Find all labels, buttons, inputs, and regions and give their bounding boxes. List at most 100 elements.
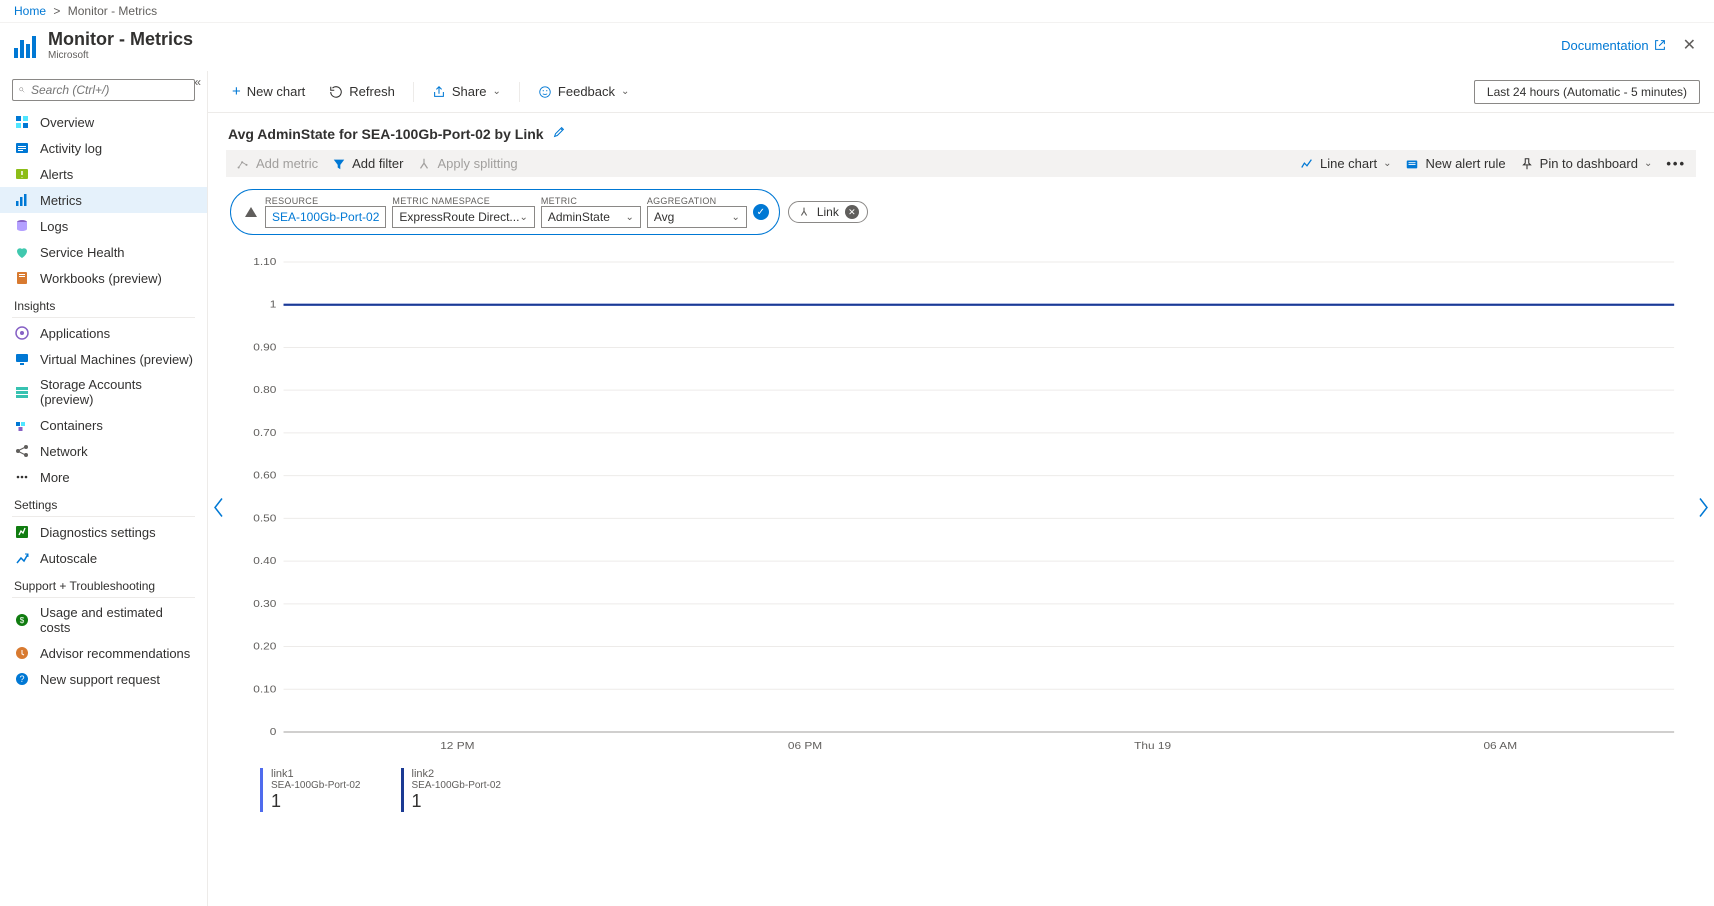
apps-icon	[14, 325, 30, 341]
scatter-icon	[236, 157, 250, 171]
more-options-button[interactable]: •••	[1666, 156, 1686, 171]
svg-text:12 PM: 12 PM	[440, 741, 474, 752]
add-filter-button[interactable]: Add filter	[332, 156, 403, 171]
split-icon	[417, 157, 431, 171]
sidebar-item-new-support-request[interactable]: ? New support request	[0, 666, 207, 692]
sidebar-item-virtual-machines-preview-[interactable]: Virtual Machines (preview)	[0, 346, 207, 372]
chart-type-dropdown[interactable]: Line chart ⌄	[1300, 156, 1391, 171]
search-box[interactable]	[12, 79, 195, 101]
feedback-button[interactable]: Feedback ⌄	[528, 80, 639, 103]
apply-check-icon[interactable]: ✓	[753, 204, 769, 220]
namespace-select[interactable]: ExpressRoute Direct...⌄	[392, 206, 534, 228]
support-icon: ?	[14, 671, 30, 687]
sidebar-item-containers[interactable]: Containers	[0, 412, 207, 438]
health-icon	[14, 244, 30, 260]
chevron-down-icon: ⌄	[621, 86, 629, 97]
collapse-sidebar-button[interactable]: «	[194, 75, 201, 89]
chevron-down-icon: ⌄	[625, 212, 633, 223]
legend-item[interactable]: link1SEA-100Gb-Port-021	[260, 768, 361, 812]
svg-text:0.50: 0.50	[253, 513, 276, 524]
sidebar-item-usage-and-estimated-costs[interactable]: $ Usage and estimated costs	[0, 600, 207, 640]
workbooks-icon	[14, 270, 30, 286]
add-metric-button[interactable]: Add metric	[236, 156, 318, 171]
sidebar-item-label: Applications	[40, 326, 110, 341]
sidebar-item-applications[interactable]: Applications	[0, 320, 207, 346]
metric-select[interactable]: AdminState⌄	[541, 206, 641, 228]
sidebar-item-alerts[interactable]: Alerts	[0, 161, 207, 187]
sidebar-item-advisor-recommendations[interactable]: Advisor recommendations	[0, 640, 207, 666]
svg-text:1.10: 1.10	[253, 257, 276, 268]
sidebar-item-label: Advisor recommendations	[40, 646, 190, 661]
metric-query-row: RESOURCE SEA-100Gb-Port-02 METRIC NAMESP…	[226, 177, 1696, 247]
legend-name: link1	[271, 768, 361, 780]
sidebar-item-more[interactable]: More	[0, 464, 207, 490]
metrics-icon	[14, 192, 30, 208]
warning-icon	[245, 207, 257, 217]
legend-resource: SEA-100Gb-Port-02	[412, 780, 502, 791]
breadcrumb-home[interactable]: Home	[14, 4, 46, 18]
sidebar-group-title: Settings	[0, 490, 207, 516]
sidebar-item-label: Alerts	[40, 167, 73, 182]
new-alert-button[interactable]: New alert rule	[1405, 156, 1505, 171]
breadcrumb-current: Monitor - Metrics	[68, 4, 157, 18]
sidebar-item-autoscale[interactable]: Autoscale	[0, 545, 207, 571]
edit-title-button[interactable]	[552, 125, 566, 142]
sidebar-item-activity-log[interactable]: Activity log	[0, 135, 207, 161]
prev-chart-button[interactable]	[208, 488, 234, 531]
share-icon	[432, 85, 446, 99]
close-button[interactable]: ✕	[1679, 31, 1700, 59]
svg-text:0.70: 0.70	[253, 428, 276, 439]
sidebar-item-workbooks-preview-[interactable]: Workbooks (preview)	[0, 265, 207, 291]
sidebar-item-label: Service Health	[40, 245, 125, 260]
sidebar: « Overview Activity log Alerts Metrics Logs S…	[0, 71, 208, 906]
refresh-button[interactable]: Refresh	[319, 80, 405, 103]
chevron-down-icon: ⌄	[519, 212, 527, 223]
pin-dashboard-button[interactable]: Pin to dashboard ⌄	[1520, 156, 1653, 171]
vm-icon	[14, 351, 30, 367]
svg-text:0.60: 0.60	[253, 470, 276, 481]
sidebar-item-metrics[interactable]: Metrics	[0, 187, 207, 213]
svg-text:0.20: 0.20	[253, 641, 276, 652]
svg-text:0.80: 0.80	[253, 385, 276, 396]
sidebar-item-label: Usage and estimated costs	[40, 605, 193, 635]
sidebar-item-logs[interactable]: Logs	[0, 213, 207, 239]
split-icon	[797, 205, 811, 219]
legend-item[interactable]: link2SEA-100Gb-Port-021	[401, 768, 502, 812]
time-range-picker[interactable]: Last 24 hours (Automatic - 5 minutes)	[1474, 80, 1700, 104]
svg-text:0.30: 0.30	[253, 599, 276, 610]
monitor-logo-icon	[14, 32, 40, 58]
autoscale-icon	[14, 550, 30, 566]
next-chart-button[interactable]	[1688, 488, 1714, 531]
sidebar-item-overview[interactable]: Overview	[0, 109, 207, 135]
activity-icon	[14, 140, 30, 156]
aggregation-select[interactable]: Avg⌄	[647, 206, 747, 228]
breadcrumb: Home > Monitor - Metrics	[0, 0, 1714, 23]
search-icon	[19, 84, 25, 96]
sidebar-item-storage-accounts-preview-[interactable]: Storage Accounts (preview)	[0, 372, 207, 412]
svg-text:0.90: 0.90	[253, 342, 276, 353]
sidebar-item-label: Overview	[40, 115, 94, 130]
legend-value: 1	[271, 791, 361, 812]
search-input[interactable]	[31, 83, 188, 97]
svg-text:1: 1	[270, 300, 277, 311]
apply-splitting-button[interactable]: Apply splitting	[417, 156, 517, 171]
sidebar-item-label: Logs	[40, 219, 68, 234]
documentation-link[interactable]: Documentation	[1561, 38, 1666, 53]
usage-icon: $	[14, 612, 30, 628]
sidebar-item-label: Network	[40, 444, 88, 459]
sidebar-item-network[interactable]: Network	[0, 438, 207, 464]
sidebar-item-service-health[interactable]: Service Health	[0, 239, 207, 265]
alert-icon	[1405, 157, 1419, 171]
overview-icon	[14, 114, 30, 130]
remove-chip-icon[interactable]: ✕	[845, 205, 859, 219]
resource-label: RESOURCE	[265, 196, 386, 206]
sidebar-item-label: New support request	[40, 672, 160, 687]
sidebar-item-diagnostics-settings[interactable]: Diagnostics settings	[0, 519, 207, 545]
main-content: + New chart Refresh Share ⌄ Feedback ⌄ L…	[208, 71, 1714, 906]
link-split-chip[interactable]: Link ✕	[788, 201, 868, 223]
resource-select[interactable]: SEA-100Gb-Port-02	[265, 206, 386, 228]
external-link-icon	[1653, 38, 1667, 52]
share-button[interactable]: Share ⌄	[422, 80, 511, 103]
alerts-icon	[14, 166, 30, 182]
new-chart-button[interactable]: + New chart	[222, 79, 315, 104]
